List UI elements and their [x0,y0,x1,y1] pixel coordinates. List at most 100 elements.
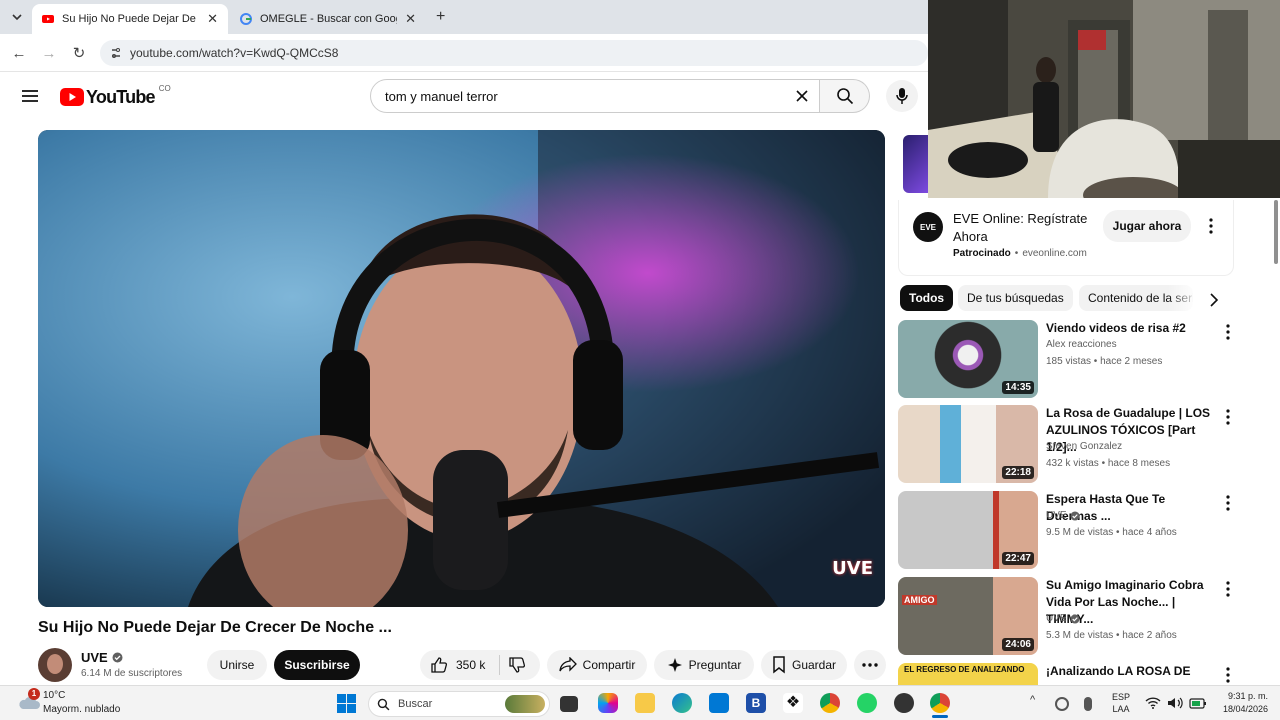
app-b-icon[interactable]: B [746,693,766,713]
voice-search-button[interactable] [886,80,918,112]
thumbnail-text: AMIGO [902,595,937,605]
whatsapp-icon[interactable] [857,693,877,713]
channel-name[interactable]: UVE [1046,510,1067,521]
save-label: Guardar [791,658,837,672]
keyboard-layout: LAA [1112,704,1130,714]
site-info-icon[interactable] [110,47,122,59]
like-count: 350 k [456,658,486,672]
channel-name[interactable]: Alex reacciones [1046,339,1117,350]
edge-icon[interactable] [672,693,692,713]
channel-avatar[interactable] [38,648,72,682]
close-tab-icon[interactable]: ✕ [207,11,218,27]
ad-meta: Patrocinado • eveonline.com [953,248,1087,259]
sponsored-label: Patrocinado [953,248,1011,259]
chip-from-searches[interactable]: De tus búsquedas [958,285,1073,311]
clock[interactable]: 9:31 p. m. 18/04/2026 [1214,690,1268,716]
chevron-right-icon[interactable] [1208,293,1220,307]
like-dislike-group: 350 k [420,650,540,680]
more-actions-button[interactable] [854,650,886,680]
video-thumbnail[interactable]: 14:35 [898,320,1038,398]
chrome-active-icon[interactable] [930,693,950,713]
thumbs-down-icon[interactable] [508,656,526,674]
tray-chevron-icon[interactable]: ^ [1030,694,1035,706]
recommendation-item[interactable]: 22:18 La Rosa de Guadalupe | LOS AZULINO… [898,405,1234,485]
video-thumbnail[interactable]: 22:18 [898,405,1038,483]
video-player[interactable]: UVE [38,130,885,607]
channel-name-row: UVE [81,650,123,665]
ad-banner-edge[interactable] [903,135,928,193]
record-app-icon[interactable] [894,693,914,713]
tab-youtube[interactable]: Su Hijo No Puede Dejar De Crecer De Noch… [32,4,228,34]
search-button[interactable] [820,79,870,113]
video-meta: 432 k vistas • hace 8 meses [1046,458,1171,469]
notification-badge: 1 [28,688,40,700]
recommendation-item[interactable]: AMIGO 24:06 Su Amigo Imaginario Cobra Vi… [898,577,1234,657]
logo-text: YouTube [86,86,156,107]
reload-icon[interactable]: ↻ [68,42,90,64]
share-icon [559,657,577,672]
video-title[interactable]: Viendo videos de risa #2 [1046,320,1218,337]
more-vertical-icon[interactable] [1222,581,1234,597]
ad-logo[interactable]: EVE [913,212,943,242]
video-thumbnail[interactable]: EL REGRESO DE ANALIZANDO [898,663,1038,685]
tab-google[interactable]: OMEGLE - Buscar con Google ✕ [230,4,426,34]
save-button[interactable]: Guardar [761,650,847,680]
tray-mic-icon[interactable] [1084,697,1092,711]
recommendation-item[interactable]: 14:35 Viendo videos de risa #2 Alex reac… [898,320,1234,400]
channel-name[interactable]: UVE [81,650,108,665]
dropbox-icon[interactable]: ❖ [783,693,803,713]
copilot-icon[interactable] [598,693,618,713]
weather-desc: Mayorm. nublado [43,704,121,715]
webcam-feed [928,0,1280,198]
tab-search-button[interactable] [8,8,26,26]
recommendation-item[interactable]: 22:47 Espera Hasta Que Te Duermas ... UV… [898,491,1234,571]
youtube-logo[interactable]: YouTube CO [60,84,171,108]
volume-icon[interactable] [1167,697,1183,709]
battery-icon[interactable] [1189,697,1207,709]
menu-icon[interactable] [18,84,42,108]
more-vertical-icon[interactable] [1209,218,1213,234]
windows-start-icon[interactable] [337,694,356,713]
recommendation-item[interactable]: EL REGRESO DE ANALIZANDO ¡Analizando LA … [898,663,1234,685]
video-thumbnail[interactable]: 22:47 [898,491,1038,569]
video-frame [38,130,885,607]
taskbar-search[interactable]: Buscar [368,691,550,717]
task-view-icon[interactable] [560,696,578,712]
video-title[interactable]: ¡Analizando LA ROSA DE [1046,663,1218,680]
subscribe-button[interactable]: Suscribirse [274,650,360,680]
ad-cta-button[interactable]: Jugar ahora [1103,210,1191,242]
address-bar[interactable]: youtube.com/watch?v=KwdQ-QMCcS8 [100,40,928,66]
back-icon[interactable]: ← [8,42,30,64]
video-thumbnail[interactable]: AMIGO 24:06 [898,577,1038,655]
new-tab-icon[interactable]: + [436,8,445,26]
share-button[interactable]: Compartir [547,650,647,680]
store-icon[interactable] [709,693,729,713]
join-button[interactable]: Unirse [207,650,267,680]
close-tab-icon[interactable]: ✕ [405,11,416,27]
tray-app-icon[interactable] [1055,697,1069,711]
more-vertical-icon[interactable] [1222,324,1234,340]
forward-icon[interactable]: → [38,42,60,64]
search-input[interactable]: tom y manuel terror [370,79,820,113]
language-indicator[interactable]: ESP LAA [1112,691,1130,715]
ad-title[interactable]: EVE Online: Regístrate Ahora [953,210,1093,246]
channel-row: Steven Gonzalez [1046,441,1122,452]
chip-all[interactable]: Todos [900,285,954,311]
more-vertical-icon[interactable] [1222,667,1234,683]
video-title: Su Hijo No Puede Dejar De Crecer De Noch… [38,619,392,636]
like-button[interactable]: 350 k [420,655,500,675]
channel-row: UVE [1046,510,1080,521]
file-explorer-icon[interactable] [635,693,655,713]
wifi-icon[interactable] [1145,697,1161,709]
page-scrollbar[interactable] [1274,200,1278,264]
channel-name[interactable]: Steven Gonzalez [1046,441,1122,452]
weather-widget[interactable]: 1 10°C Mayorm. nublado [14,688,134,718]
verified-icon [1070,510,1080,521]
clear-search-icon[interactable] [795,89,809,103]
ask-button[interactable]: Preguntar [654,650,754,680]
channel-name[interactable]: UVE [1046,613,1067,624]
more-vertical-icon[interactable] [1222,409,1234,425]
youtube-logo-icon [60,88,84,106]
more-vertical-icon[interactable] [1222,495,1234,511]
chrome-icon[interactable] [820,693,840,713]
